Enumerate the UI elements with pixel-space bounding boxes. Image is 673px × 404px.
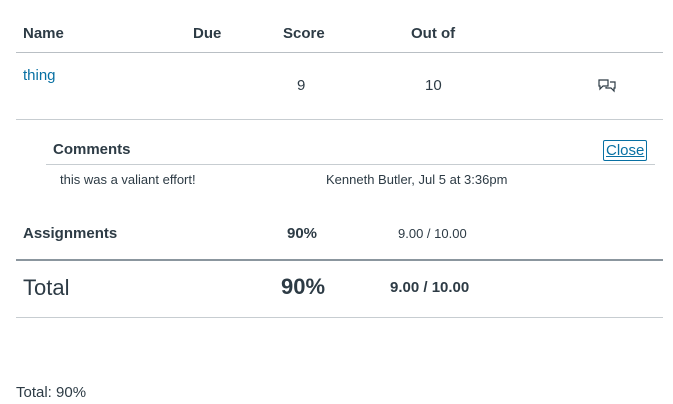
column-header-score[interactable]: Score [283, 25, 325, 42]
bottom-divider [16, 317, 663, 318]
group-name: Assignments [23, 225, 118, 242]
comments-title: Comments [53, 141, 131, 158]
comment-author-date: Kenneth Butler, Jul 5 at 3:36pm [326, 172, 508, 187]
total-percent: 90% [281, 274, 326, 299]
header-divider [16, 52, 663, 53]
assignment-out-of: 10 [425, 77, 442, 94]
total-label: Total [23, 275, 70, 300]
column-header-out-of[interactable]: Out of [411, 25, 455, 42]
comment-text: this was a valiant effort! [60, 172, 196, 187]
group-percent: 90% [287, 225, 318, 242]
group-points: 9.00 / 10.00 [398, 226, 467, 241]
assignment-link[interactable]: thing [23, 67, 56, 84]
total-divider [16, 259, 663, 261]
total-points: 9.00 / 10.00 [390, 279, 470, 296]
row-divider [16, 119, 663, 120]
comments-divider [46, 164, 655, 165]
close-comments-button[interactable]: Close [603, 140, 648, 161]
column-header-name[interactable]: Name [23, 25, 64, 42]
comment-icon[interactable] [598, 78, 616, 99]
assignment-score: 9 [297, 77, 306, 94]
column-header-due[interactable]: Due [193, 25, 221, 42]
footer-total: Total: 90% [16, 384, 87, 401]
